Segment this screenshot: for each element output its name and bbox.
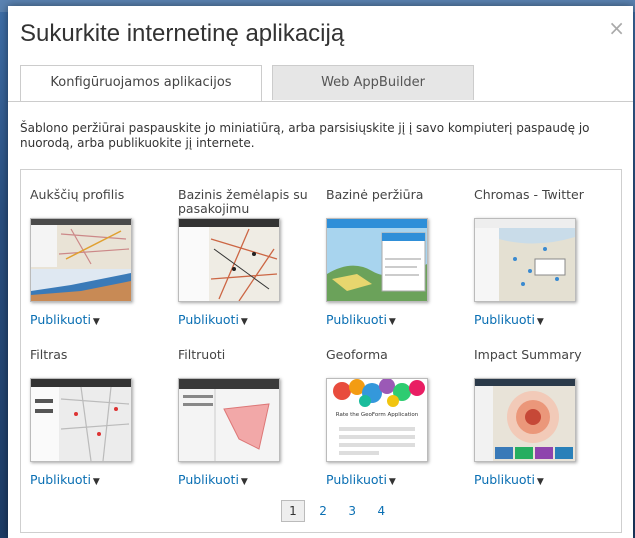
publish-dropdown[interactable]: Publikuoti ▼ — [178, 472, 318, 487]
template-item: Geoforma Rate the GeoForm Application Pu… — [326, 348, 466, 487]
tab-divider — [8, 101, 633, 102]
template-title: Aukščių profilis — [30, 187, 125, 202]
template-title: Geoforma — [326, 347, 388, 362]
pagination: 1 2 3 4 — [281, 500, 394, 522]
template-thumbnail-basic-storytelling[interactable] — [178, 218, 280, 302]
publish-dropdown[interactable]: Publikuoti ▼ — [326, 312, 466, 327]
storytelling-thumb-image — [179, 219, 279, 301]
template-thumbnail-chrome-twitter[interactable] — [474, 218, 576, 302]
chevron-down-icon: ▼ — [536, 477, 544, 487]
elevation-profile-thumb-image — [31, 219, 131, 301]
chevron-down-icon: ▼ — [536, 317, 544, 327]
instructions-text: Šablono peržiūrai paspauskite jo miniati… — [20, 121, 590, 150]
publish-label: Publikuoti — [178, 312, 239, 327]
template-title: Filtruoti — [178, 347, 226, 362]
page-2-button[interactable]: 2 — [312, 500, 334, 522]
publish-dropdown[interactable]: Publikuoti ▼ — [178, 312, 318, 327]
template-thumbnail-geoform[interactable]: Rate the GeoForm Application — [326, 378, 428, 462]
template-thumbnail-elevation-profile[interactable] — [30, 218, 132, 302]
template-item: Filtras Publikuoti ▼ — [30, 348, 170, 487]
page-1-button[interactable]: 1 — [281, 500, 305, 522]
publish-label: Publikuoti — [178, 472, 239, 487]
chevron-down-icon: ▼ — [240, 317, 248, 327]
tab-web-appbuilder[interactable]: Web AppBuilder — [272, 65, 474, 100]
create-web-app-dialog: Sukurkite internetinę aplikaciją × Konfi… — [8, 6, 633, 538]
impact-summary-thumb-image — [475, 379, 575, 461]
template-gallery: Aukščių profilis Publikuoti ▼ Bazinis žem… — [20, 169, 622, 533]
publish-label: Publikuoti — [326, 472, 387, 487]
template-item: Aukščių profilis Publikuoti ▼ — [30, 188, 170, 327]
page-3-button[interactable]: 3 — [341, 500, 363, 522]
chevron-down-icon: ▼ — [240, 477, 248, 487]
chevron-down-icon: ▼ — [92, 317, 100, 327]
publish-label: Publikuoti — [30, 472, 91, 487]
publish-dropdown[interactable]: Publikuoti ▼ — [474, 312, 614, 327]
filter-thumb-image — [31, 379, 131, 461]
chevron-down-icon: ▼ — [388, 317, 396, 327]
template-thumbnail-basic-viewer[interactable] — [326, 218, 428, 302]
publish-dropdown[interactable]: Publikuoti ▼ — [30, 312, 170, 327]
close-icon[interactable]: × — [608, 16, 625, 40]
publish-label: Publikuoti — [30, 312, 91, 327]
geoform-thumb-heading: Rate the GeoForm Application — [336, 412, 419, 418]
filtered-thumb-image — [179, 379, 279, 461]
chevron-down-icon: ▼ — [92, 477, 100, 487]
page-4-button[interactable]: 4 — [370, 500, 392, 522]
publish-dropdown[interactable]: Publikuoti ▼ — [30, 472, 170, 487]
basic-viewer-thumb-image — [327, 219, 427, 301]
template-item: Bazinis žemėlapis su pasakojimu Publikuo… — [178, 188, 318, 327]
geoform-thumb-image: Rate the GeoForm Application — [327, 379, 427, 461]
template-item: Impact Summary Publikuoti ▼ — [474, 348, 614, 487]
template-thumbnail-impact-summary[interactable] — [474, 378, 576, 462]
template-thumbnail-filter[interactable] — [30, 378, 132, 462]
publish-dropdown[interactable]: Publikuoti ▼ — [326, 472, 466, 487]
template-thumbnail-filtered[interactable] — [178, 378, 280, 462]
template-title: Bazinis žemėlapis su pasakojimu — [178, 187, 308, 216]
template-title: Bazinė peržiūra — [326, 187, 424, 202]
publish-dropdown[interactable]: Publikuoti ▼ — [474, 472, 614, 487]
dialog-title: Sukurkite internetinę aplikaciją — [20, 20, 345, 47]
publish-label: Publikuoti — [474, 472, 535, 487]
template-title: Impact Summary — [474, 347, 582, 362]
template-title: Chromas - Twitter — [474, 187, 584, 202]
template-item: Filtruoti Publikuoti ▼ — [178, 348, 318, 487]
chrome-twitter-thumb-image — [475, 219, 575, 301]
publish-label: Publikuoti — [474, 312, 535, 327]
chevron-down-icon: ▼ — [388, 477, 396, 487]
template-title: Filtras — [30, 347, 68, 362]
template-item: Bazinė peržiūra Publikuoti ▼ — [326, 188, 466, 327]
tab-configurable-apps[interactable]: Konfigūruojamos aplikacijos — [20, 65, 262, 101]
publish-label: Publikuoti — [326, 312, 387, 327]
template-item: Chromas - Twitter Publikuoti ▼ — [474, 188, 614, 327]
